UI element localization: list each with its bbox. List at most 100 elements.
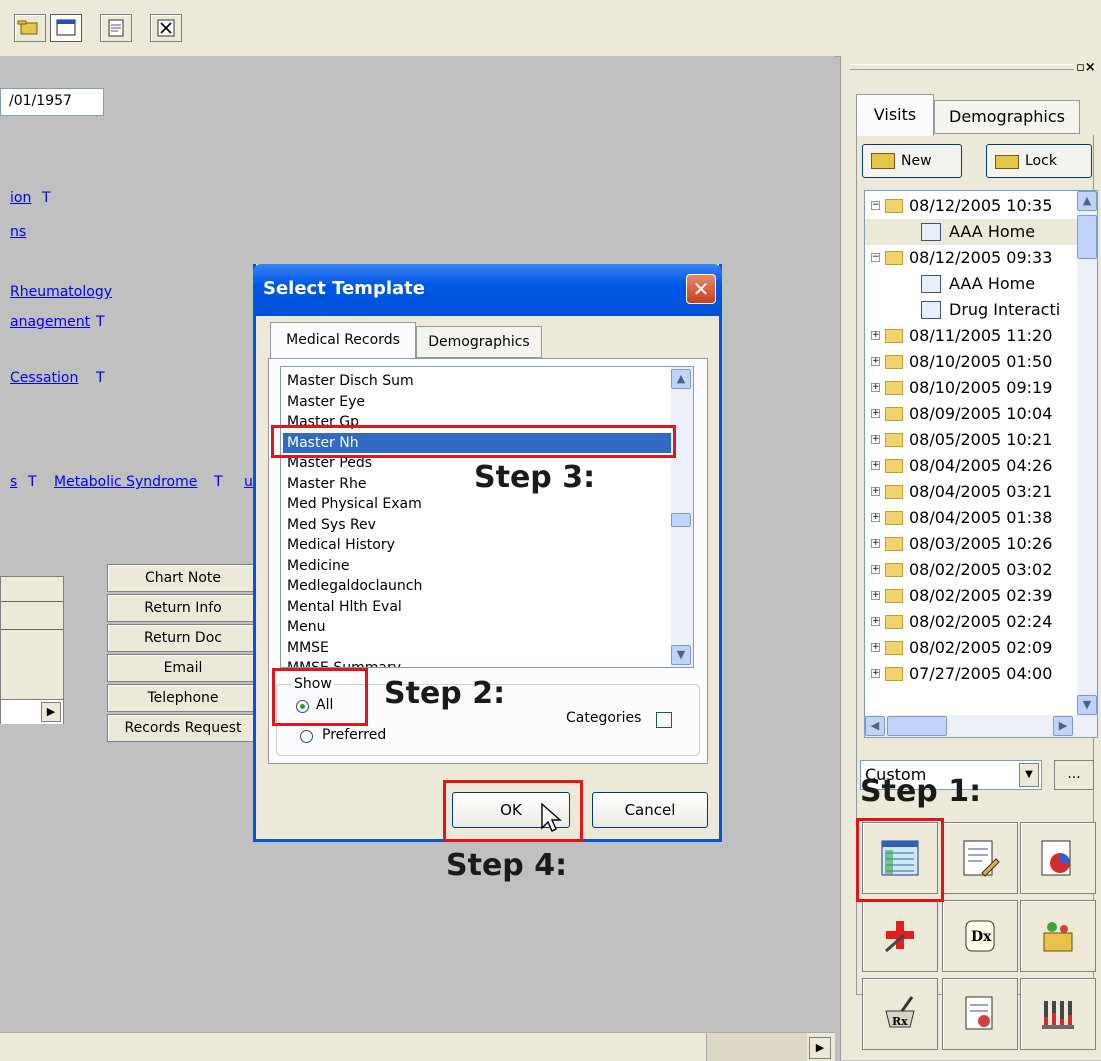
template-item[interactable]: Medicine — [287, 556, 350, 576]
visit-label: 08/03/2005 10:26 — [909, 534, 1053, 553]
lab-icon[interactable] — [1020, 900, 1096, 972]
scroll-right-icon[interactable]: ▶ — [41, 702, 61, 722]
t-marker[interactable]: T — [214, 474, 223, 490]
expand-icon[interactable]: + — [871, 643, 880, 652]
email-button[interactable]: Email — [107, 654, 259, 682]
t-marker[interactable]: T — [96, 370, 105, 386]
window-icon[interactable] — [50, 14, 82, 42]
collapse-icon[interactable]: − — [871, 253, 880, 262]
expand-icon[interactable]: + — [871, 565, 880, 574]
template-item[interactable]: Med Sys Rev — [287, 515, 376, 535]
document-icon — [921, 301, 941, 319]
visit-label: 08/10/2005 01:50 — [909, 352, 1053, 371]
print-icon[interactable] — [100, 14, 132, 42]
tab-medical-records[interactable]: Medical Records — [270, 322, 416, 360]
expand-icon[interactable]: + — [871, 357, 880, 366]
grid-scrollbar[interactable]: ▶ — [1, 699, 63, 724]
t-marker[interactable]: T — [42, 190, 51, 206]
records-request-button[interactable]: Records Request — [107, 714, 259, 742]
expand-icon[interactable]: + — [871, 617, 880, 626]
template-item[interactable]: Menu — [287, 617, 325, 637]
link-cessation[interactable]: Cessation — [10, 370, 78, 386]
cancel-button[interactable]: Cancel — [592, 792, 708, 828]
link-ns[interactable]: ns — [10, 224, 26, 240]
return-doc-button[interactable]: Return Doc — [107, 624, 259, 652]
t-marker[interactable]: T — [96, 314, 105, 330]
panel-close-icon[interactable]: ▫× — [1076, 60, 1096, 75]
template-item[interactable]: Medical History — [287, 535, 395, 555]
close-window-icon[interactable] — [150, 14, 182, 42]
return-info-button[interactable]: Return Info — [107, 594, 259, 622]
categories-checkbox[interactable] — [656, 712, 672, 728]
folder-icon — [885, 199, 903, 213]
expand-icon[interactable]: + — [871, 487, 880, 496]
dob-field[interactable]: /01/1957 — [0, 88, 104, 116]
scroll-down-icon[interactable]: ▼ — [671, 645, 691, 665]
link-s[interactable]: s — [10, 474, 17, 490]
link-rheumatology[interactable]: Rheumatology — [10, 284, 112, 300]
horizontal-scrollbar[interactable]: ▶ — [0, 1032, 835, 1061]
template-item[interactable]: Master Disch Sum — [287, 371, 414, 391]
template-item[interactable]: MMSE — [287, 638, 329, 658]
scroll-thumb[interactable] — [887, 716, 947, 736]
mortar-pestle-icon[interactable]: Rx — [862, 978, 938, 1050]
scroll-up-icon[interactable]: ▲ — [671, 369, 691, 389]
template-item[interactable]: Mental Hlth Eval — [287, 597, 402, 617]
scroll-thumb[interactable] — [671, 513, 691, 527]
medical-cross-icon[interactable] — [862, 900, 938, 972]
expand-icon[interactable]: + — [871, 331, 880, 340]
scroll-right-icon[interactable]: ▶ — [809, 1037, 831, 1059]
list-vertical-scrollbar[interactable]: ▲ ▼ — [671, 367, 693, 667]
test-tubes-icon[interactable] — [1020, 978, 1096, 1050]
link-ion[interactable]: ion — [10, 190, 31, 206]
expand-icon[interactable]: + — [871, 539, 880, 548]
scroll-down-icon[interactable]: ▼ — [1077, 695, 1097, 715]
expand-icon[interactable]: + — [871, 409, 880, 418]
expand-icon[interactable]: + — [871, 435, 880, 444]
tab-demographics[interactable]: Demographics — [934, 100, 1080, 134]
scroll-right-icon[interactable]: ▶ — [1053, 716, 1073, 736]
graph-icon[interactable] — [1020, 822, 1096, 894]
radio-preferred[interactable] — [300, 730, 313, 743]
scroll-left-icon[interactable]: ◀ — [865, 716, 885, 736]
expand-icon[interactable]: + — [871, 591, 880, 600]
t-marker[interactable]: T — [28, 474, 37, 490]
visit-document-item[interactable]: AAA Home — [865, 219, 1081, 245]
expand-icon[interactable]: + — [871, 669, 880, 678]
folder-icon — [885, 355, 903, 369]
panel-grip[interactable] — [850, 64, 1074, 70]
visits-tree[interactable]: − 08/12/2005 10:35 AAA Home − 08/12/2005 09:… — [864, 190, 1098, 738]
close-icon[interactable]: ✕ — [686, 274, 716, 304]
tab-visits[interactable]: Visits — [856, 94, 934, 136]
lock-button[interactable]: Lock — [986, 144, 1092, 178]
link-u[interactable]: u — [244, 474, 253, 490]
telephone-button[interactable]: Telephone — [107, 684, 259, 712]
folder-open-icon[interactable] — [14, 14, 46, 42]
scroll-thumb[interactable] — [1077, 215, 1097, 259]
scroll-up-icon[interactable]: ▲ — [1077, 191, 1097, 211]
template-list[interactable]: Master Disch Sum Master Eye Master Gp Maste… — [280, 366, 694, 668]
link-metabolic-syndrome[interactable]: Metabolic Syndrome — [54, 474, 197, 490]
template-item[interactable]: Master Eye — [287, 392, 365, 412]
tree-horizontal-scrollbar[interactable]: ◀ ▶ — [865, 715, 1097, 737]
collapse-icon[interactable]: − — [871, 201, 880, 210]
new-visit-button[interactable]: New — [862, 144, 962, 178]
dialog-titlebar[interactable]: Select Template ✕ — [253, 264, 722, 316]
template-item[interactable]: Master Rhe — [287, 474, 366, 494]
chart-note-button[interactable]: Chart Note — [107, 564, 259, 592]
template-item[interactable]: Med Physical Exam — [287, 494, 422, 514]
expand-icon[interactable]: + — [871, 461, 880, 470]
edit-note-icon[interactable] — [942, 822, 1018, 894]
link-management[interactable]: anagement — [10, 314, 90, 330]
template-item[interactable]: Medlegaldoclaunch — [287, 576, 422, 596]
tree-vertical-scrollbar[interactable]: ▲ ▼ — [1077, 191, 1097, 715]
more-options-button[interactable]: ... — [1054, 760, 1094, 790]
tab-dialog-demographics[interactable]: Demographics — [416, 326, 542, 358]
template-item[interactable]: MMSE Summary — [287, 658, 401, 667]
scroll-thumb[interactable] — [706, 1033, 807, 1061]
expand-icon[interactable]: + — [871, 513, 880, 522]
expand-icon[interactable]: + — [871, 383, 880, 392]
chevron-down-icon[interactable]: ▼ — [1019, 763, 1039, 787]
referral-icon[interactable] — [942, 978, 1018, 1050]
rx-scroll-icon[interactable]: Dx — [942, 900, 1018, 972]
